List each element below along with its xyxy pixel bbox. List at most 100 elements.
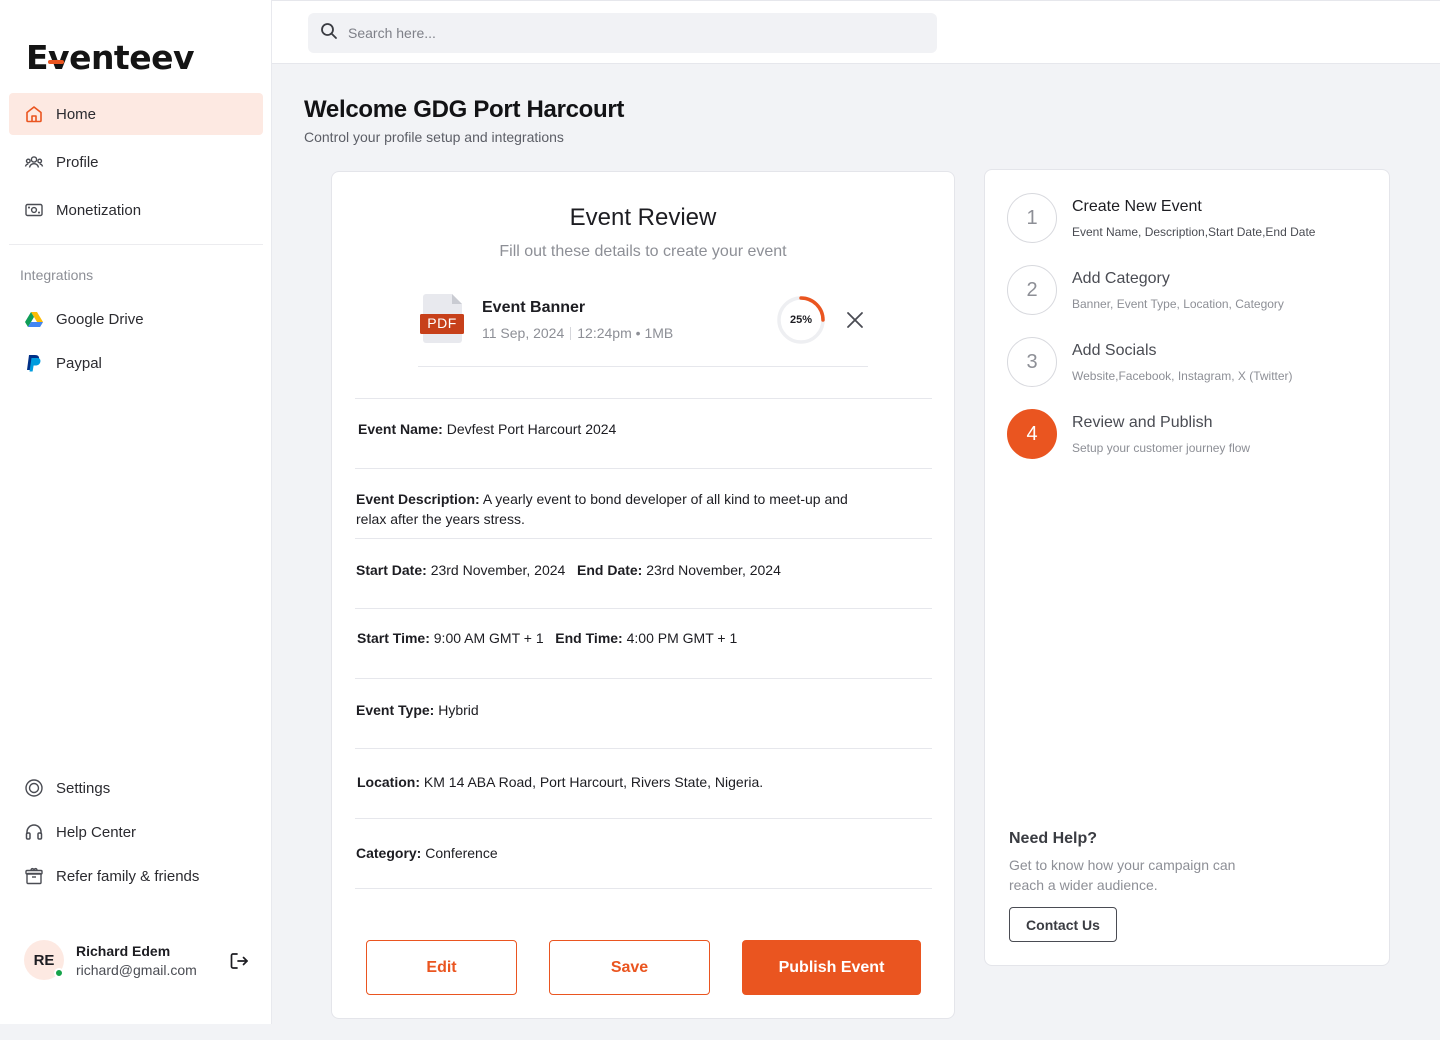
top-bar bbox=[272, 0, 1440, 64]
sidebar-item-paypal[interactable]: Paypal bbox=[9, 342, 263, 384]
user-profile[interactable]: RE Richard Edem richard@gmail.com bbox=[24, 940, 197, 980]
save-button[interactable]: Save bbox=[549, 940, 710, 995]
help-title: Need Help? bbox=[1009, 830, 1098, 847]
step-number: 1 bbox=[1007, 193, 1057, 243]
page-title: Welcome GDG Port Harcourt bbox=[304, 96, 625, 123]
edit-button[interactable]: Edit bbox=[366, 940, 517, 995]
detail-row-dates: Start Date: 23rd November, 2024 End Date… bbox=[355, 538, 932, 608]
user-info: Richard Edem richard@gmail.com bbox=[76, 943, 197, 978]
card-title: Event Review bbox=[569, 204, 717, 231]
user-email: richard@gmail.com bbox=[76, 961, 197, 978]
paypal-icon bbox=[24, 353, 44, 373]
event-name-value: Devfest Port Harcourt 2024 bbox=[446, 421, 617, 437]
event-review-card: Event Review Fill out these details to c… bbox=[331, 171, 955, 1019]
sidebar-divider bbox=[9, 244, 263, 245]
money-icon bbox=[24, 200, 44, 220]
file-upload-item: PDF Event Banner 11 Sep, 2024 12:24pm • 1… bbox=[418, 290, 868, 367]
sidebar-item-help-center[interactable]: Help Center bbox=[9, 811, 263, 853]
sidebar-item-google-drive[interactable]: Google Drive bbox=[9, 298, 263, 340]
google-drive-icon bbox=[24, 309, 44, 329]
app-logo[interactable]: Eventeev bbox=[26, 38, 194, 77]
step-description: Banner, Event Type, Location, Category bbox=[1072, 297, 1284, 311]
step-create-event[interactable]: 1 Create New Event Event Name, Descripti… bbox=[1007, 193, 1377, 245]
sidebar-item-profile[interactable]: Profile bbox=[9, 141, 263, 183]
category-label: Category: bbox=[356, 845, 422, 861]
location-label: Location: bbox=[357, 774, 420, 790]
sidebar-item-label: Settings bbox=[56, 779, 111, 797]
step-title: Add Socials bbox=[1072, 342, 1157, 359]
step-description: Setup your customer journey flow bbox=[1072, 441, 1251, 455]
card-subtitle: Fill out these details to create your ev… bbox=[499, 243, 787, 260]
settings-icon bbox=[24, 778, 44, 798]
sidebar-item-label: Refer family & friends bbox=[56, 867, 200, 885]
gift-icon bbox=[24, 866, 44, 886]
sidebar-item-monetization[interactable]: Monetization bbox=[9, 189, 263, 231]
publish-event-button[interactable]: Publish Event bbox=[742, 940, 921, 995]
step-title: Review and Publish bbox=[1072, 414, 1213, 431]
integrations-heading: Integrations bbox=[20, 267, 94, 283]
file-meta: 11 Sep, 2024 12:24pm • 1MB bbox=[482, 325, 674, 341]
step-title: Create New Event bbox=[1072, 198, 1202, 215]
description-label: Event Description: bbox=[356, 491, 480, 507]
steps-panel: 1 Create New Event Event Name, Descripti… bbox=[984, 169, 1390, 966]
logo-v-text: v bbox=[48, 38, 70, 77]
page-subtitle: Control your profile setup and integrati… bbox=[304, 129, 564, 145]
sidebar-item-label: Help Center bbox=[56, 823, 137, 841]
logo-suffix: enteev bbox=[69, 38, 194, 77]
step-add-socials[interactable]: 3 Add Socials Website,Facebook, Instagra… bbox=[1007, 337, 1377, 389]
pdf-label: PDF bbox=[427, 315, 457, 331]
step-description: Event Name, Description,Start Date,End D… bbox=[1072, 225, 1316, 239]
upload-progress-label: 25% bbox=[789, 314, 813, 326]
logo-accent-mark bbox=[48, 60, 64, 64]
meta-separator bbox=[570, 327, 572, 340]
step-number: 2 bbox=[1007, 265, 1057, 315]
search-icon bbox=[320, 22, 338, 45]
start-time-value: 9:00 AM GMT + 1 bbox=[433, 630, 544, 646]
end-date-label: End Date: bbox=[577, 562, 643, 578]
event-name-label: Event Name: bbox=[358, 421, 443, 437]
start-time-label: Start Time: bbox=[357, 630, 430, 646]
location-value: KM 14 ABA Road, Port Harcourt, Rivers St… bbox=[423, 774, 764, 790]
detail-row-event-name: Event Name: Devfest Port Harcourt 2024 bbox=[355, 398, 932, 468]
user-name: Richard Edem bbox=[76, 942, 171, 959]
pdf-file-icon: PDF bbox=[420, 294, 464, 344]
detail-row-event-type: Event Type: Hybrid bbox=[355, 678, 932, 748]
sidebar-item-refer[interactable]: Refer family & friends bbox=[9, 855, 263, 897]
end-time-label: End Time: bbox=[555, 630, 623, 646]
sidebar-item-label: Paypal bbox=[56, 354, 102, 372]
headset-icon bbox=[24, 822, 44, 842]
users-icon bbox=[24, 152, 44, 172]
sidebar-item-label: Home bbox=[56, 105, 97, 123]
sidebar: Eventeev Home Profile Monetization Integ… bbox=[0, 0, 272, 1024]
event-type-label: Event Type: bbox=[356, 702, 435, 718]
logo-letter-e: E bbox=[26, 38, 49, 77]
file-name: Event Banner bbox=[482, 299, 586, 316]
step-add-category[interactable]: 2 Add Category Banner, Event Type, Locat… bbox=[1007, 265, 1377, 317]
category-value: Conference bbox=[425, 845, 498, 861]
home-icon bbox=[24, 104, 44, 124]
search-input[interactable] bbox=[348, 25, 908, 41]
help-text: Get to know how your campaign can reach … bbox=[1009, 857, 1236, 893]
detail-row-location: Location: KM 14 ABA Road, Port Harcourt,… bbox=[355, 748, 932, 818]
file-date: 11 Sep, 2024 bbox=[482, 325, 565, 341]
search-bar[interactable] bbox=[308, 13, 937, 53]
sidebar-item-label: Monetization bbox=[56, 201, 142, 219]
contact-us-button[interactable]: Contact Us bbox=[1009, 907, 1117, 942]
step-review-publish[interactable]: 4 Review and Publish Setup your customer… bbox=[1007, 409, 1377, 461]
step-title: Add Category bbox=[1072, 270, 1170, 287]
sidebar-item-settings[interactable]: Settings bbox=[9, 767, 263, 809]
file-time: 12:24pm bbox=[577, 325, 632, 341]
sidebar-item-label: Google Drive bbox=[56, 310, 144, 328]
close-icon[interactable] bbox=[843, 308, 867, 332]
sidebar-item-home[interactable]: Home bbox=[9, 93, 263, 135]
event-type-value: Hybrid bbox=[438, 702, 479, 718]
detail-row-category: Category: Conference bbox=[355, 818, 932, 888]
start-date-value: 23rd November, 2024 bbox=[430, 562, 566, 578]
logo-letter-v: v bbox=[48, 38, 70, 77]
file-size: 1MB bbox=[644, 325, 674, 341]
sidebar-item-label: Profile bbox=[56, 153, 99, 171]
avatar: RE bbox=[24, 940, 64, 980]
avatar-initials: RE bbox=[33, 951, 55, 969]
step-number: 3 bbox=[1007, 337, 1057, 387]
logout-icon[interactable] bbox=[228, 950, 250, 972]
